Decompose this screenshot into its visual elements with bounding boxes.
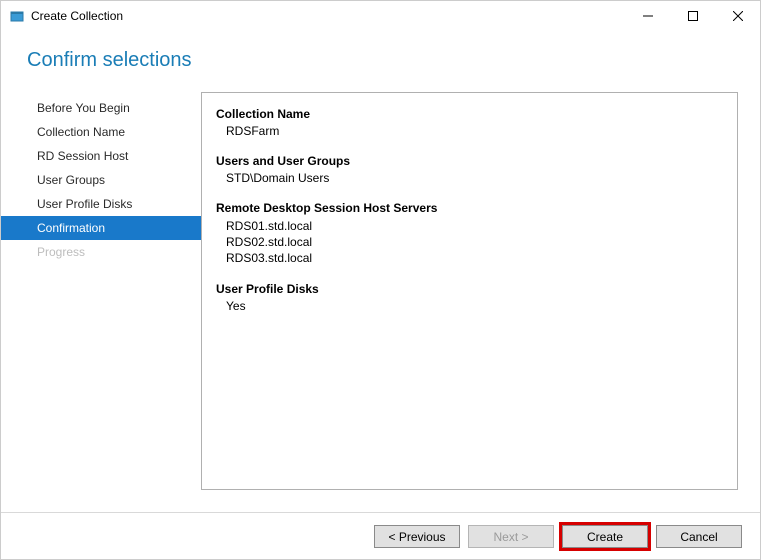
cancel-button[interactable]: Cancel [656,525,742,548]
sidebar-step-before-you-begin[interactable]: Before You Begin [1,96,201,120]
upd-label: User Profile Disks [216,282,723,296]
host-item: RDS03.std.local [226,250,723,266]
host-item: RDS01.std.local [226,218,723,234]
content-panel: Collection Name RDSFarm Users and User G… [201,92,738,490]
app-icon [9,8,25,24]
sidebar-step-label: Collection Name [37,125,125,139]
create-button-label: Create [587,530,623,544]
collection-name-label: Collection Name [216,107,723,121]
sidebar-step-label: User Profile Disks [37,197,132,211]
page-title: Confirm selections [1,31,760,92]
collection-name-value: RDSFarm [216,121,723,152]
previous-button[interactable]: < Previous [374,525,460,548]
titlebar: Create Collection [1,1,760,31]
maximize-button[interactable] [670,1,715,31]
sidebar-step-user-groups[interactable]: User Groups [1,168,201,192]
sidebar-step-label: Before You Begin [37,101,130,115]
sidebar-step-progress: Progress [1,240,201,264]
users-groups-value: STD\Domain Users [216,168,723,199]
host-item: RDS02.std.local [226,234,723,250]
minimize-button[interactable] [625,1,670,31]
sidebar-step-label: Progress [37,245,85,259]
hosts-list: RDS01.std.local RDS02.std.local RDS03.st… [216,215,723,280]
next-button-label: Next > [493,530,528,544]
wizard-sidebar: Before You Begin Collection Name RD Sess… [1,92,201,490]
create-button[interactable]: Create [562,525,648,548]
upd-value: Yes [216,296,723,327]
window-title: Create Collection [31,9,123,23]
sidebar-step-confirmation[interactable]: Confirmation [1,216,201,240]
sidebar-step-collection-name[interactable]: Collection Name [1,120,201,144]
sidebar-step-label: RD Session Host [37,149,128,163]
close-button[interactable] [715,1,760,31]
sidebar-step-rd-session-host[interactable]: RD Session Host [1,144,201,168]
users-groups-label: Users and User Groups [216,154,723,168]
sidebar-step-label: Confirmation [37,221,105,235]
next-button: Next > [468,525,554,548]
cancel-button-label: Cancel [680,530,717,544]
sidebar-step-label: User Groups [37,173,105,187]
hosts-label: Remote Desktop Session Host Servers [216,201,723,215]
sidebar-step-user-profile-disks[interactable]: User Profile Disks [1,192,201,216]
footer: < Previous Next > Create Cancel [1,513,760,548]
previous-button-label: < Previous [388,530,445,544]
